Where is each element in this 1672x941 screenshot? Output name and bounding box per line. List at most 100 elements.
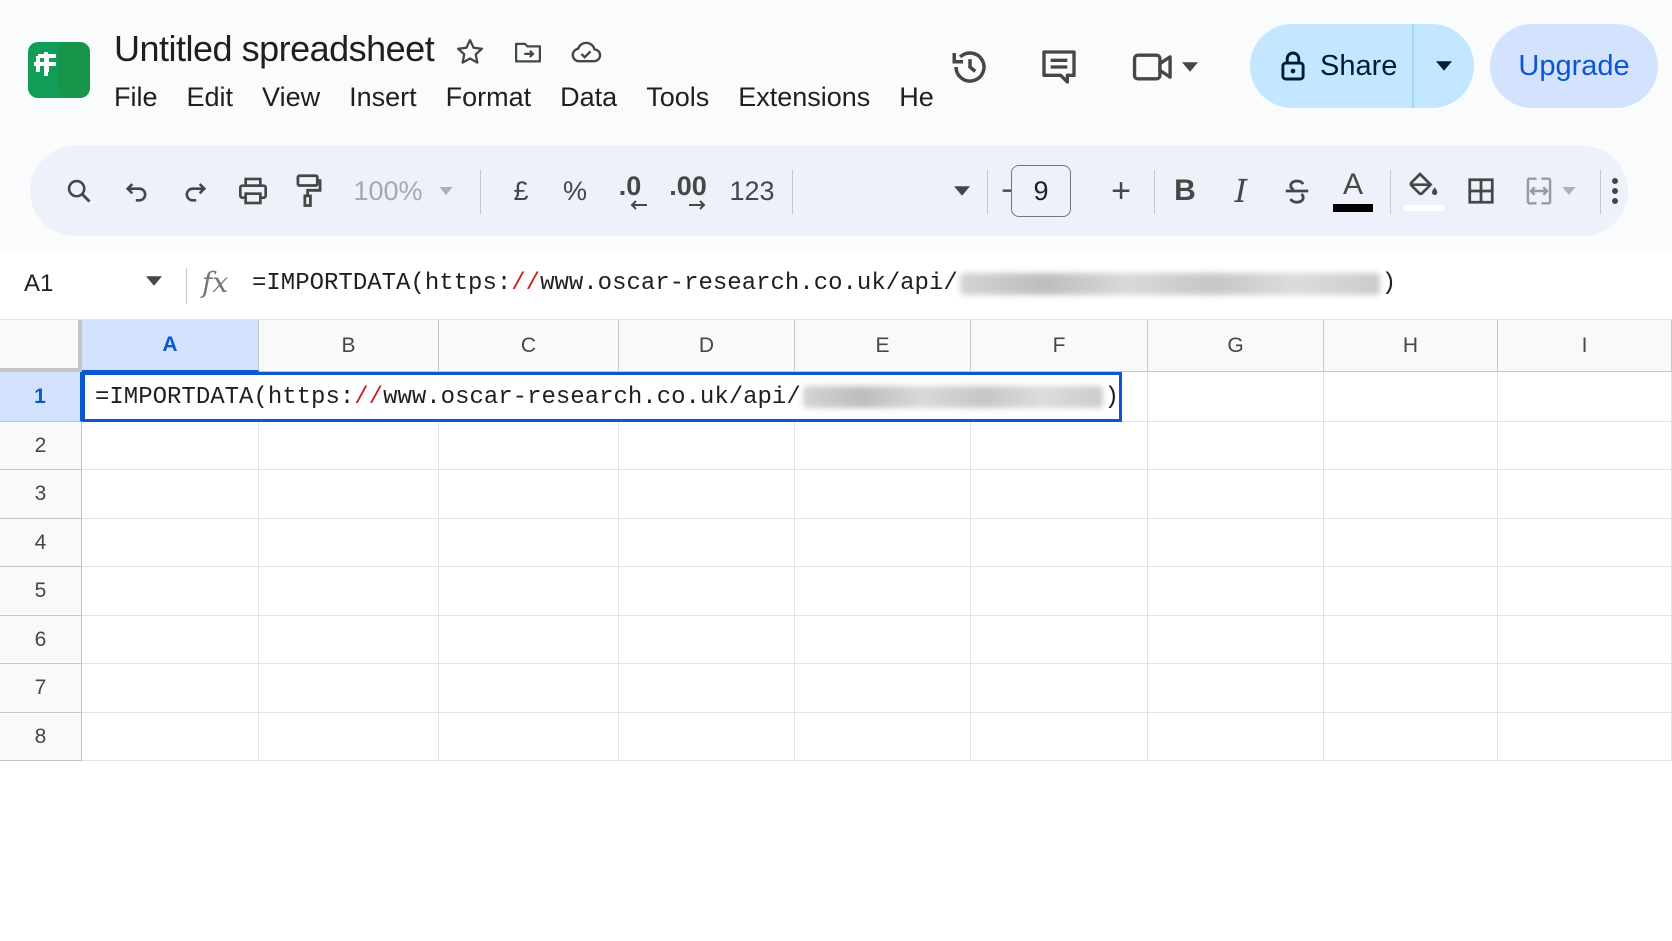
grid-cell[interactable]	[1498, 519, 1672, 567]
borders-icon[interactable]	[1454, 146, 1508, 236]
chevron-down-icon[interactable]	[146, 276, 162, 286]
grid-cell[interactable]	[1498, 567, 1672, 616]
sheets-logo-icon[interactable]	[28, 42, 90, 98]
row-header-1[interactable]: 1	[0, 372, 82, 422]
grid-cell[interactable]	[82, 567, 259, 616]
grid-cell[interactable]	[1148, 713, 1324, 761]
menu-file[interactable]: File	[114, 82, 158, 113]
grid-cell[interactable]	[619, 567, 795, 616]
italic-button[interactable]: I	[1216, 146, 1266, 236]
menu-insert[interactable]: Insert	[349, 82, 417, 113]
grid-cell[interactable]	[439, 422, 619, 470]
grid-cell[interactable]	[1148, 664, 1324, 713]
grid-cell[interactable]	[971, 713, 1148, 761]
grid-cell[interactable]	[439, 519, 619, 567]
grid-cell[interactable]	[439, 616, 619, 664]
grid-cell[interactable]	[1324, 519, 1498, 567]
share-button[interactable]: Share	[1250, 24, 1414, 108]
grid-cell[interactable]	[259, 519, 439, 567]
grid-cell[interactable]	[1498, 616, 1672, 664]
grid-cell[interactable]	[619, 616, 795, 664]
more-formats-button[interactable]: 123	[722, 146, 782, 236]
row-header-4[interactable]: 4	[0, 519, 82, 567]
grid-cell[interactable]	[1498, 422, 1672, 470]
grid-cell[interactable]	[439, 713, 619, 761]
font-size-input[interactable]: 9	[1011, 165, 1071, 217]
grid-cell[interactable]	[1498, 713, 1672, 761]
grid-cell[interactable]	[971, 567, 1148, 616]
menu-tools[interactable]: Tools	[646, 82, 709, 113]
column-header-d[interactable]: D	[619, 320, 795, 372]
name-box[interactable]: A1	[24, 270, 53, 298]
grid-cell[interactable]	[1148, 470, 1324, 519]
row-header-8[interactable]: 8	[0, 713, 82, 761]
grid-cell[interactable]	[1324, 470, 1498, 519]
decrease-decimal-button[interactable]: .0	[602, 146, 658, 236]
grid-cell[interactable]	[1498, 470, 1672, 519]
grid-cell[interactable]	[1324, 372, 1498, 422]
document-title[interactable]: Untitled spreadsheet	[114, 28, 435, 70]
version-history-icon[interactable]	[945, 42, 995, 92]
grid-cell[interactable]	[82, 664, 259, 713]
grid-cell[interactable]	[82, 519, 259, 567]
grid-cell[interactable]	[971, 519, 1148, 567]
column-header-f[interactable]: F	[971, 320, 1148, 372]
share-dropdown-button[interactable]	[1414, 61, 1474, 71]
grid-cell[interactable]	[82, 713, 259, 761]
text-color-button[interactable]: A	[1326, 146, 1380, 236]
row-header-2[interactable]: 2	[0, 422, 82, 470]
grid-cell[interactable]	[439, 567, 619, 616]
grid-cell[interactable]	[1148, 422, 1324, 470]
comments-icon[interactable]	[1034, 42, 1084, 92]
grid-cell[interactable]	[795, 519, 971, 567]
strikethrough-icon[interactable]	[1270, 146, 1324, 236]
format-currency-button[interactable]: £	[496, 146, 546, 236]
grid-cell[interactable]	[1324, 422, 1498, 470]
grid-cell[interactable]	[971, 616, 1148, 664]
menu-data[interactable]: Data	[560, 82, 617, 113]
grid-cell[interactable]	[1324, 616, 1498, 664]
row-header-7[interactable]: 7	[0, 664, 82, 713]
move-folder-icon[interactable]	[510, 34, 546, 70]
grid-cell[interactable]	[795, 470, 971, 519]
column-header-g[interactable]: G	[1148, 320, 1324, 372]
undo-icon[interactable]	[112, 146, 162, 236]
grid-cell[interactable]	[619, 519, 795, 567]
menu-view[interactable]: View	[262, 82, 320, 113]
row-header-5[interactable]: 5	[0, 567, 82, 616]
bold-button[interactable]: B	[1160, 146, 1210, 236]
grid-cell[interactable]	[795, 616, 971, 664]
cloud-saved-icon[interactable]	[568, 34, 604, 70]
column-header-i[interactable]: I	[1498, 320, 1672, 372]
grid-cell[interactable]	[619, 470, 795, 519]
format-percent-button[interactable]: %	[550, 146, 600, 236]
increase-font-size-button[interactable]: +	[1096, 146, 1146, 236]
active-cell-a1[interactable]: =IMPORTDATA(https://www.oscar-research.c…	[82, 372, 1122, 422]
menu-extensions[interactable]: Extensions	[738, 82, 870, 113]
redo-icon[interactable]	[170, 146, 220, 236]
font-family-select[interactable]	[802, 146, 970, 236]
meet-icon[interactable]	[1125, 42, 1205, 92]
grid-cell[interactable]	[259, 567, 439, 616]
grid-cell[interactable]	[795, 664, 971, 713]
increase-decimal-button[interactable]: .00	[658, 146, 718, 236]
grid-cell[interactable]	[1148, 616, 1324, 664]
grid-cell[interactable]	[619, 713, 795, 761]
upgrade-button[interactable]: Upgrade	[1490, 24, 1658, 108]
grid-cell[interactable]	[259, 470, 439, 519]
column-header-e[interactable]: E	[795, 320, 971, 372]
row-header-3[interactable]: 3	[0, 470, 82, 519]
grid-cell[interactable]	[82, 470, 259, 519]
grid-cell[interactable]	[1148, 567, 1324, 616]
search-menus-icon[interactable]	[54, 146, 104, 236]
grid-cell[interactable]	[971, 470, 1148, 519]
grid-cell[interactable]	[82, 422, 259, 470]
menu-format[interactable]: Format	[446, 82, 532, 113]
grid-cell[interactable]	[795, 567, 971, 616]
more-options-icon[interactable]	[1602, 146, 1628, 236]
zoom-select[interactable]: 100%	[348, 146, 458, 236]
paint-format-icon[interactable]	[282, 146, 336, 236]
grid-cell[interactable]	[1324, 567, 1498, 616]
column-header-b[interactable]: B	[259, 320, 439, 372]
grid-cell[interactable]	[1148, 372, 1324, 422]
